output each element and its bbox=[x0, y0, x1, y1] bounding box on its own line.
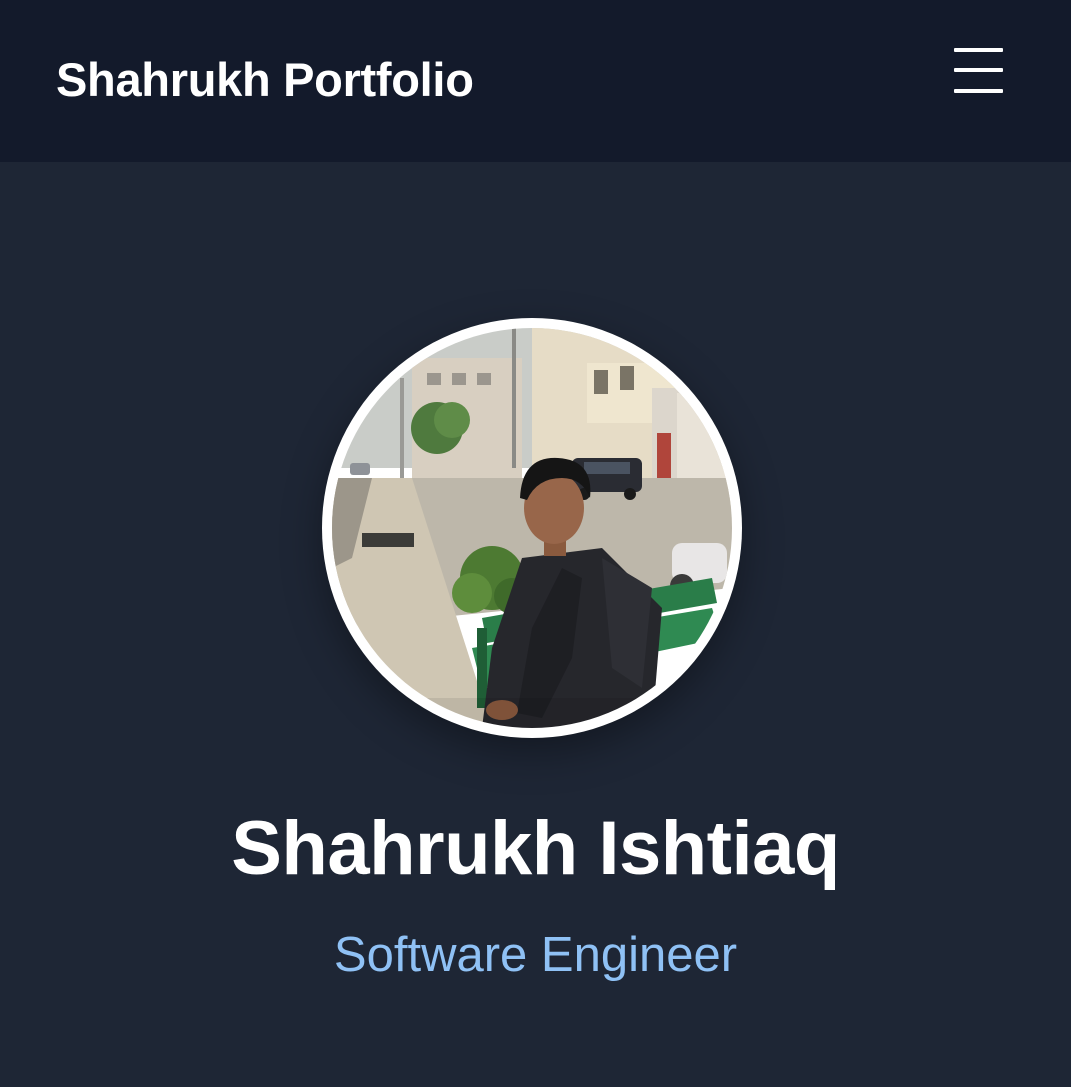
profile-role: Software Engineer bbox=[333, 928, 738, 982]
profile-photo bbox=[332, 328, 732, 728]
navbar: Shahrukh Portfolio bbox=[0, 0, 1071, 162]
avatar-frame bbox=[322, 318, 742, 738]
hamburger-menu-icon[interactable] bbox=[948, 44, 1008, 100]
profile-name: Shahrukh Ishtiaq bbox=[231, 806, 840, 891]
menu-bar-middle bbox=[954, 68, 1003, 72]
brand-title[interactable]: Shahrukh Portfolio bbox=[56, 52, 474, 108]
avatar bbox=[332, 328, 732, 728]
menu-bar-top bbox=[954, 48, 1003, 52]
menu-bar-bottom bbox=[954, 89, 1003, 93]
